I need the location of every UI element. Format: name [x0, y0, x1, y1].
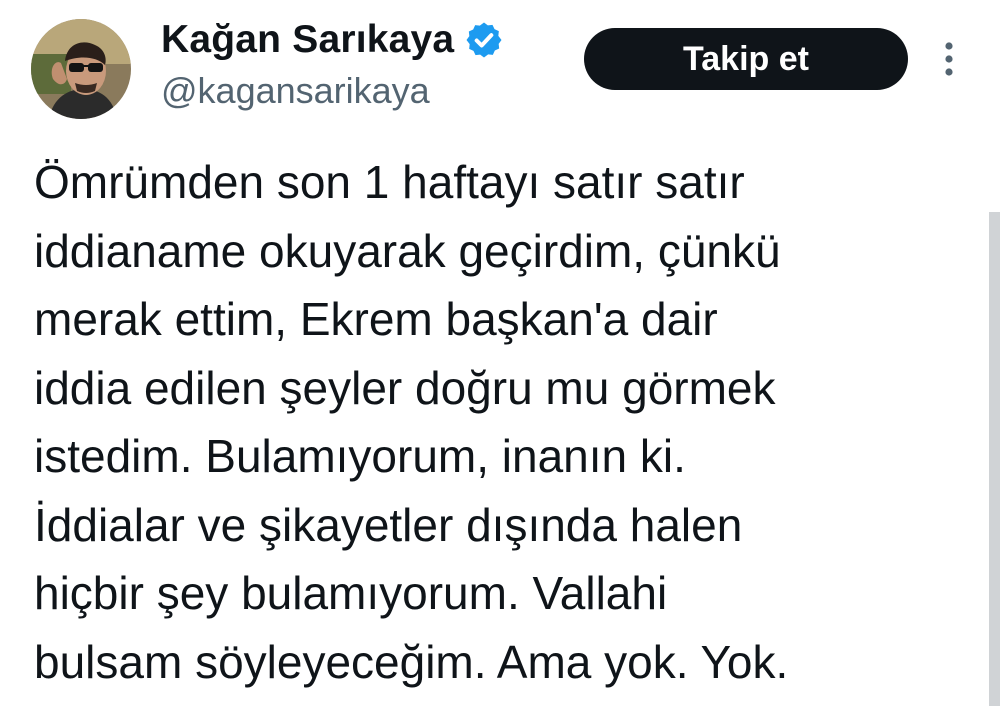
tweet-text-line: iddianame okuyarak geçirdim, çünkü [34, 224, 781, 277]
tweet-text-line: hiçbir şey bulamıyorum. Vallahi [34, 567, 668, 619]
author-name-row: Kağan Sarıkaya [161, 16, 504, 64]
author-display-name[interactable]: Kağan Sarıkaya [161, 18, 454, 62]
tweet-text-line: iddia edilen şeyler doğru mu görmek [34, 361, 776, 414]
vertical-dots-icon[interactable] [934, 38, 964, 80]
avatar[interactable] [31, 19, 131, 119]
verified-badge-icon [464, 20, 504, 60]
tweet-text-line: bulsam söyleyeceğim. Ama yok. Yok. [34, 635, 789, 688]
author-handle[interactable]: @kagansarikaya [161, 70, 430, 112]
tweet-text-line: Ömrümden son 1 haftayı satır satır [34, 156, 745, 208]
tweet-text-line: istedim. Bulamıyorum, inanın ki. [34, 430, 686, 482]
follow-button[interactable]: Takip et [584, 28, 908, 90]
tweet-text-line: merak ettim, Ekrem başkan'a dair [34, 293, 718, 345]
scrollbar[interactable] [989, 212, 1000, 706]
tweet-text: Ömrümden son 1 haftayı satır satır iddia… [34, 148, 974, 696]
tweet-text-line: İddialar ve şikayetler dışında halen [34, 498, 743, 551]
profile-photo [31, 19, 131, 119]
